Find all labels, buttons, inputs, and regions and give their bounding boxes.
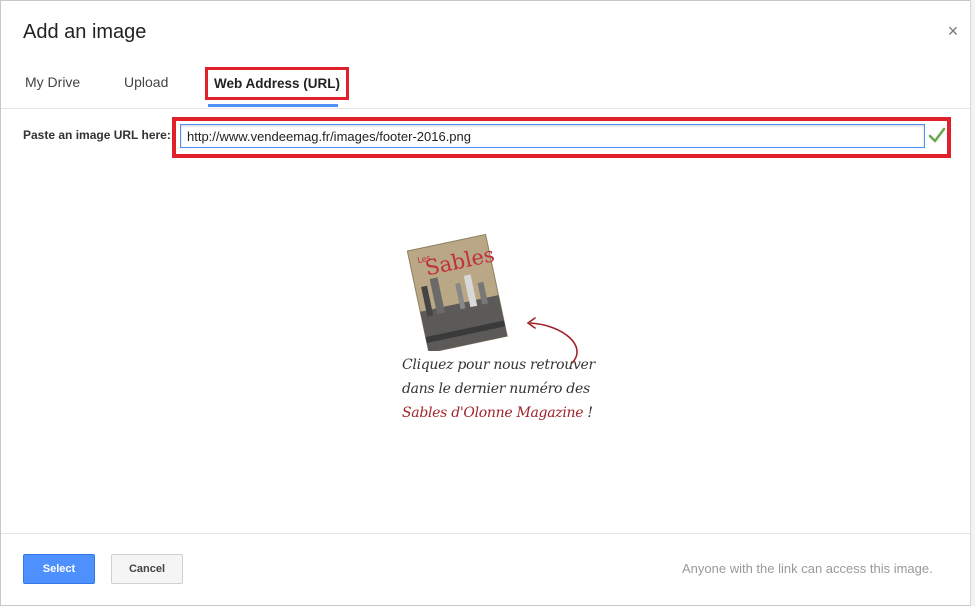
add-image-dialog: Add an image × My Drive Upload Web Addre…	[0, 0, 975, 606]
promo-text-line-2: dans le dernier numéro des	[402, 381, 590, 397]
tab-upload[interactable]: Upload	[124, 74, 168, 90]
sharing-note: Anyone with the link can access this ima…	[682, 561, 933, 576]
select-button[interactable]: Select	[23, 554, 95, 584]
close-icon[interactable]: ×	[945, 22, 961, 40]
cancel-button[interactable]: Cancel	[111, 554, 183, 584]
url-label: Paste an image URL here:	[23, 128, 171, 142]
dialog-title: Add an image	[23, 21, 147, 43]
active-tab-indicator	[208, 104, 338, 107]
tab-bar: My Drive Upload Web Address (URL)	[1, 63, 971, 109]
magazine-cover-image: Sables Les	[406, 233, 508, 351]
tab-my-drive[interactable]: My Drive	[25, 74, 80, 90]
background-window-edge	[970, 0, 975, 606]
url-input[interactable]	[180, 124, 925, 148]
magazine-name: Sables d'Olonne Magazine	[402, 405, 584, 421]
dialog-footer: Select Cancel Anyone with the link can a…	[1, 533, 971, 606]
tab-web-address[interactable]: Web Address (URL)	[205, 67, 350, 100]
promo-text-line-3: Sables d'Olonne Magazine !	[402, 405, 602, 421]
check-icon	[928, 127, 946, 143]
promo-text-line-1: Cliquez pour nous retrouver	[402, 357, 595, 373]
promo-exclamation: !	[587, 405, 593, 421]
image-preview: Sables Les Cliquez pour nous retrouver d…	[396, 229, 595, 429]
